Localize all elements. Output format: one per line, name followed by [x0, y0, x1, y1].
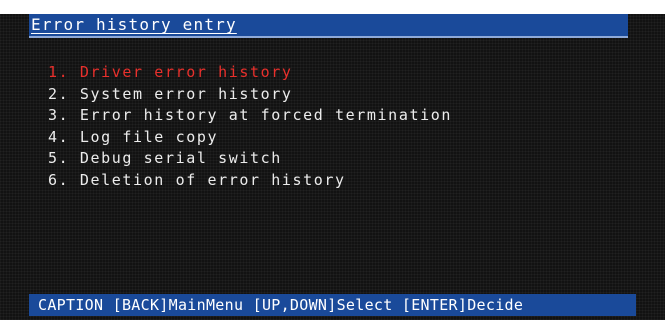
- page-title: Error history entry: [31, 15, 237, 34]
- menu-item-error-history-forced-termination[interactable]: 3. Error history at forced termination: [48, 105, 452, 127]
- menu-list: 1. Driver error history 2. System error …: [48, 62, 452, 192]
- menu-item-deletion-of-error-history[interactable]: 6. Deletion of error history: [48, 170, 452, 192]
- top-margin-strip: [0, 0, 665, 14]
- title-bar: Error history entry: [29, 14, 628, 38]
- key-help-text: CAPTION [BACK]MainMenu [UP,DOWN]Select […: [38, 296, 524, 314]
- menu-item-system-error-history[interactable]: 2. System error history: [48, 84, 452, 106]
- menu-item-driver-error-history[interactable]: 1. Driver error history: [48, 62, 452, 84]
- terminal-screen: Error history entry 1. Driver error hist…: [0, 0, 665, 320]
- menu-item-log-file-copy[interactable]: 4. Log file copy: [48, 127, 452, 149]
- key-help-bar: CAPTION [BACK]MainMenu [UP,DOWN]Select […: [29, 294, 636, 316]
- menu-item-debug-serial-switch[interactable]: 5. Debug serial switch: [48, 148, 452, 170]
